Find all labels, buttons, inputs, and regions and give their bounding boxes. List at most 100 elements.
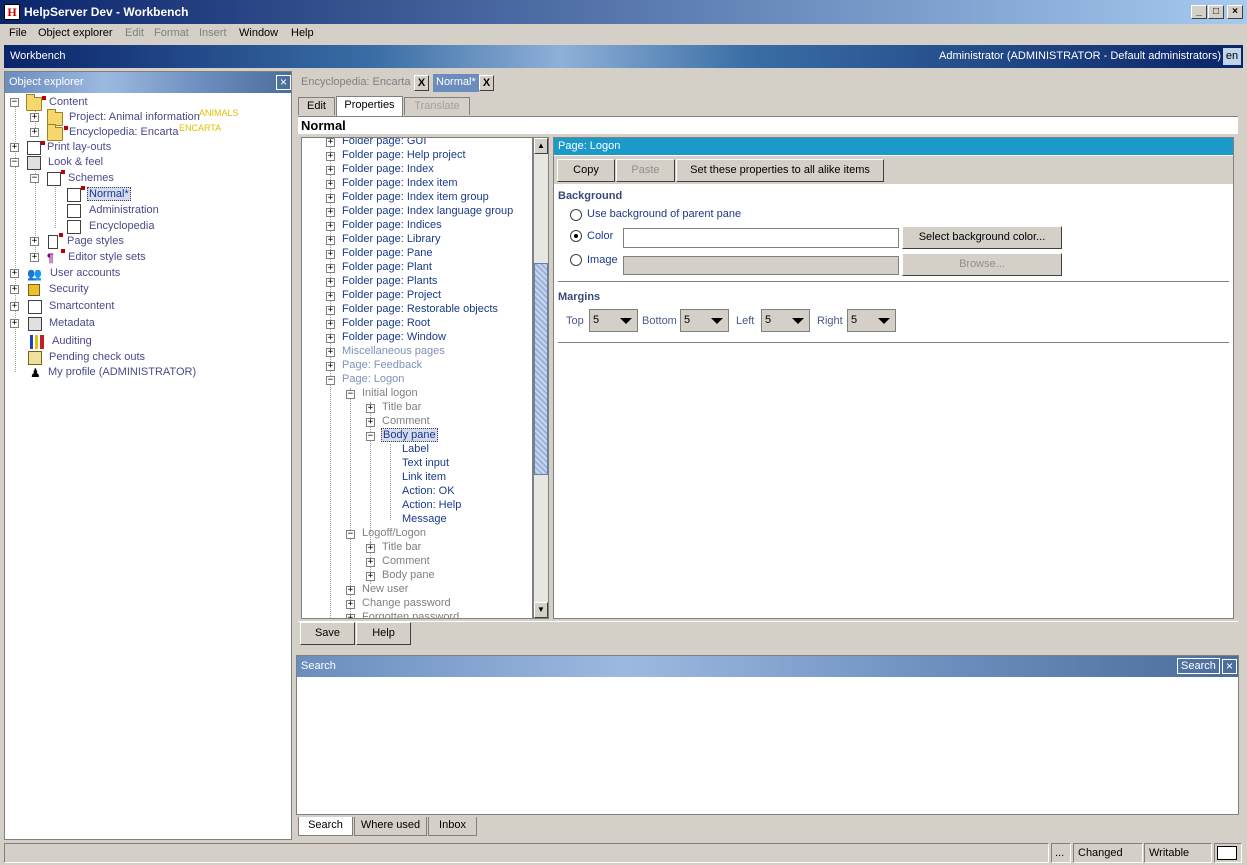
menu-object-explorer[interactable]: Object explorer xyxy=(38,27,113,39)
expand-icon[interactable]: + xyxy=(326,320,335,329)
menu-edit[interactable]: Edit xyxy=(125,27,144,39)
expand-icon[interactable]: + xyxy=(326,348,335,357)
expand-icon[interactable]: + xyxy=(30,237,39,246)
margin-top-value: 5 xyxy=(593,314,600,326)
menu-format[interactable]: Format xyxy=(154,27,189,39)
expand-icon[interactable]: + xyxy=(10,269,19,278)
tab-search[interactable]: Search xyxy=(298,817,353,836)
expand-icon[interactable]: + xyxy=(366,404,375,413)
expand-icon[interactable]: + xyxy=(326,166,335,175)
margin-right-select[interactable]: 5 xyxy=(847,309,896,332)
close-icon[interactable]: × xyxy=(1227,5,1243,19)
expand-icon[interactable]: + xyxy=(326,292,335,301)
parent-background-radio[interactable] xyxy=(570,209,582,221)
tree-node-label: Title bar xyxy=(382,541,422,553)
close-tab-icon[interactable]: X xyxy=(479,75,494,91)
expand-icon[interactable]: + xyxy=(326,264,335,273)
collapse-icon[interactable]: − xyxy=(346,530,355,539)
tree-label: Encyclopedia: Encarta xyxy=(69,126,179,138)
expand-icon[interactable]: + xyxy=(326,152,335,161)
select-background-color-button[interactable]: Select background color... xyxy=(902,226,1062,249)
paragraph-icon: ¶ xyxy=(47,251,54,265)
expand-icon[interactable]: + xyxy=(10,302,19,311)
tab-encyclopedia-encarta[interactable]: Encyclopedia: Encarta xyxy=(298,74,413,92)
expand-icon[interactable]: + xyxy=(30,113,39,122)
expand-icon[interactable]: + xyxy=(326,236,335,245)
image-radio[interactable] xyxy=(570,254,582,266)
tab-normal[interactable]: Normal* xyxy=(433,74,479,92)
tab-edit[interactable]: Edit xyxy=(298,97,335,115)
users-icon: 👥 xyxy=(27,267,42,281)
expand-icon[interactable]: + xyxy=(326,194,335,203)
status-network-icon xyxy=(1214,843,1242,863)
scroll-up-icon[interactable]: ▲ xyxy=(534,138,548,154)
menu-help[interactable]: Help xyxy=(291,27,314,39)
maximize-icon[interactable]: □ xyxy=(1208,5,1224,19)
tab-where-used[interactable]: Where used xyxy=(354,817,427,836)
close-tab-icon[interactable]: X xyxy=(414,75,429,91)
expand-icon[interactable]: + xyxy=(326,278,335,287)
color-field[interactable] xyxy=(623,228,899,248)
margin-right-value: 5 xyxy=(851,314,858,326)
menu-insert[interactable]: Insert xyxy=(199,27,227,39)
expand-icon[interactable]: + xyxy=(346,614,355,618)
expand-icon[interactable]: + xyxy=(326,362,335,371)
tab-translate[interactable]: Translate xyxy=(404,97,470,115)
set-all-alike-button[interactable]: Set these properties to all alike items xyxy=(676,159,884,182)
tree-node-label: Initial logon xyxy=(362,387,418,399)
expand-icon[interactable]: + xyxy=(326,250,335,259)
expand-icon[interactable]: + xyxy=(366,418,375,427)
tree-node-label: Page: Feedback xyxy=(342,359,423,371)
scroll-thumb[interactable] xyxy=(534,263,548,475)
minimize-icon[interactable]: _ xyxy=(1191,5,1207,19)
collapse-icon[interactable]: − xyxy=(10,98,19,107)
expand-icon[interactable]: + xyxy=(10,285,19,294)
expand-icon[interactable]: + xyxy=(326,334,335,343)
search-button[interactable]: Search xyxy=(1177,658,1220,674)
expand-icon[interactable]: + xyxy=(10,143,19,152)
expand-icon[interactable]: + xyxy=(326,180,335,189)
expand-icon[interactable]: + xyxy=(346,600,355,609)
structure-tree: + Folder page: GUI + Folder page: Help pro… xyxy=(301,137,533,619)
workbench-header: Workbench Administrator (ADMINISTRATOR -… xyxy=(4,45,1243,68)
help-button[interactable]: Help xyxy=(356,622,411,645)
collapse-icon[interactable]: − xyxy=(326,376,335,385)
menu-file[interactable]: File xyxy=(9,27,27,39)
expand-icon[interactable]: + xyxy=(366,572,375,581)
search-panel-header: Search Search × xyxy=(297,656,1238,677)
collapse-icon[interactable]: − xyxy=(366,432,375,441)
expand-icon[interactable]: + xyxy=(326,222,335,231)
copy-button[interactable]: Copy xyxy=(557,159,615,182)
margin-bottom-select[interactable]: 5 xyxy=(680,309,729,332)
margin-top-select[interactable]: 5 xyxy=(589,309,638,332)
tab-properties[interactable]: Properties xyxy=(336,96,403,116)
expand-icon[interactable]: + xyxy=(326,138,335,147)
smartcontent-icon xyxy=(28,300,42,314)
color-radio[interactable] xyxy=(570,230,582,242)
expand-icon[interactable]: + xyxy=(366,544,375,553)
image-field[interactable] xyxy=(623,256,899,275)
expand-icon[interactable]: + xyxy=(326,306,335,315)
collapse-icon[interactable]: − xyxy=(346,390,355,399)
expand-icon[interactable]: + xyxy=(10,319,19,328)
tab-inbox[interactable]: Inbox xyxy=(428,817,477,836)
collapse-icon[interactable]: − xyxy=(30,174,39,183)
close-explorer-icon[interactable]: × xyxy=(276,75,291,90)
expand-icon[interactable]: + xyxy=(326,208,335,217)
close-search-icon[interactable]: × xyxy=(1222,659,1237,674)
expand-icon[interactable]: + xyxy=(346,586,355,595)
paste-button[interactable]: Paste xyxy=(616,159,675,182)
expand-icon[interactable]: + xyxy=(30,128,39,137)
margin-left-select[interactable]: 5 xyxy=(761,309,810,332)
status-more[interactable]: ... xyxy=(1051,843,1071,863)
menu-window[interactable]: Window xyxy=(239,27,278,39)
expand-icon[interactable]: + xyxy=(366,558,375,567)
expand-icon[interactable]: + xyxy=(30,253,39,262)
tree-scrollbar[interactable]: ▲ ▼ xyxy=(533,137,549,619)
language-button[interactable]: en xyxy=(1223,48,1241,65)
tree-node-label: Folder page: Index item xyxy=(342,177,458,189)
scroll-down-icon[interactable]: ▼ xyxy=(534,602,548,618)
collapse-icon[interactable]: − xyxy=(10,158,19,167)
browse-button[interactable]: Browse... xyxy=(902,253,1062,276)
save-button[interactable]: Save xyxy=(300,622,355,645)
